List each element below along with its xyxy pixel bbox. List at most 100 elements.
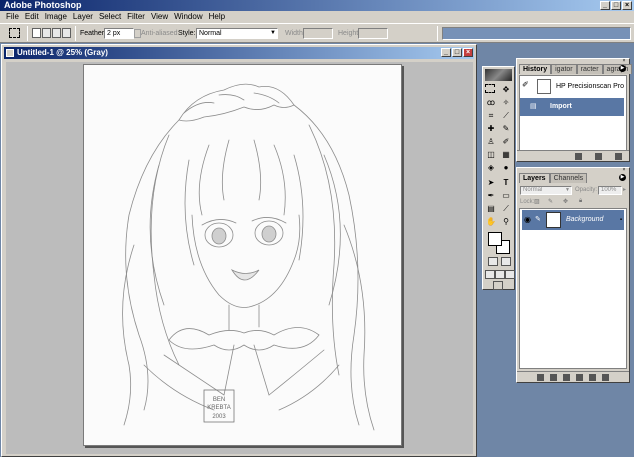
history-palette-footer	[517, 150, 629, 161]
menu-select[interactable]: Select	[96, 11, 124, 23]
opacity-input[interactable]: 100%	[598, 186, 622, 195]
quick-mask-mode-icon[interactable]	[501, 257, 511, 266]
width-label: Width:	[285, 30, 305, 37]
palette-close-icon[interactable]: ×	[621, 168, 627, 173]
tab-history[interactable]: History	[519, 64, 552, 74]
foreground-color-swatch[interactable]	[488, 232, 502, 246]
pen-tool-icon[interactable]: ✒	[485, 190, 497, 201]
antialias-checkbox[interactable]	[134, 29, 141, 38]
type-tool-icon[interactable]: T	[500, 177, 512, 188]
blur-tool-icon[interactable]: ◈	[485, 162, 497, 173]
zoom-tool-icon[interactable]: ⚲	[500, 216, 512, 227]
lock-icon: ▪	[619, 217, 622, 223]
trash-icon[interactable]	[602, 374, 609, 381]
gradient-tool-icon[interactable]: ▦	[500, 149, 512, 160]
eye-icon[interactable]: ◉	[524, 210, 531, 230]
lock-position-icon[interactable]: ✥	[563, 198, 568, 205]
history-step-row[interactable]: ▤ Import	[520, 98, 624, 116]
lock-all-icon[interactable]: 🔒︎	[579, 198, 582, 205]
clone-stamp-tool-icon[interactable]: ♙	[485, 136, 497, 147]
eraser-tool-icon[interactable]: ◫	[485, 149, 497, 160]
history-step-name: Import	[550, 103, 572, 110]
add-selection-icon[interactable]	[42, 28, 51, 38]
healing-brush-tool-icon[interactable]: ✚	[485, 123, 497, 134]
eyedropper-tool-icon[interactable]: ⟋	[500, 203, 512, 214]
chevron-right-icon[interactable]: ▸	[623, 186, 626, 193]
standard-screen-mode-icon[interactable]	[485, 270, 495, 279]
opacity-label: Opacity:	[575, 187, 598, 193]
app-window-controls: _ □ ×	[600, 1, 632, 10]
standard-mode-icon[interactable]	[488, 257, 498, 266]
app-title: Adobe Photoshop	[4, 0, 82, 10]
style-select[interactable]: Normal ▼	[196, 28, 278, 39]
maximize-icon[interactable]: □	[452, 48, 462, 57]
palette-menu-icon[interactable]: ▶	[619, 174, 626, 181]
shape-tool-icon[interactable]: ▭	[500, 190, 512, 201]
photoshop-logo-icon[interactable]	[485, 69, 512, 81]
blend-mode-select[interactable]: Normal ▼	[520, 186, 572, 195]
app-title-bar: Adobe Photoshop _ □ ×	[0, 0, 634, 11]
tab-channels[interactable]: Channels	[549, 173, 588, 183]
jump-to-imageready-icon[interactable]	[493, 281, 503, 290]
feather-input[interactable]: 2 px	[104, 28, 134, 39]
new-layer-icon[interactable]	[589, 374, 596, 381]
menu-layer[interactable]: Layer	[70, 11, 96, 23]
crop-tool-icon[interactable]: ⌗	[485, 110, 497, 121]
image-canvas[interactable]: BEN KREBTA 2003	[83, 64, 402, 446]
tab-character[interactable]: racter	[576, 64, 603, 74]
close-icon[interactable]: ×	[463, 48, 473, 57]
add-mask-icon[interactable]	[550, 374, 557, 381]
height-input[interactable]	[358, 28, 388, 39]
layer-row-background[interactable]: ◉ ✎ Background ▪	[522, 210, 624, 230]
document-workspace[interactable]: BEN KREBTA 2003	[6, 62, 473, 454]
notes-tool-icon[interactable]: ▤	[485, 203, 497, 214]
menu-window[interactable]: Window	[171, 11, 205, 23]
menu-view[interactable]: View	[148, 11, 171, 23]
palette-menu-icon[interactable]: ▶	[619, 65, 626, 72]
menu-file[interactable]: File	[3, 11, 22, 23]
layer-style-icon[interactable]	[537, 374, 544, 381]
maximize-icon[interactable]: □	[611, 1, 621, 10]
style-label: Style:	[178, 30, 196, 37]
history-brush-source-icon[interactable]: ✐	[522, 80, 529, 89]
adjustment-layer-icon[interactable]	[576, 374, 583, 381]
dodge-tool-icon[interactable]: ●	[500, 162, 512, 173]
menu-edit[interactable]: Edit	[22, 11, 42, 23]
slice-tool-icon[interactable]: ⟋	[500, 110, 512, 121]
new-set-icon[interactable]	[563, 374, 570, 381]
lasso-tool-icon[interactable]: ꝏ	[485, 97, 497, 108]
hand-tool-icon[interactable]: ✋	[485, 216, 497, 227]
intersect-selection-icon[interactable]	[62, 28, 71, 38]
menu-image[interactable]: Image	[42, 11, 70, 23]
trash-icon[interactable]	[615, 153, 622, 160]
history-brush-tool-icon[interactable]: ✐	[500, 136, 512, 147]
history-snapshot-row[interactable]: HP Precisionscan Pro 3.1	[536, 78, 624, 108]
history-step-icon: ▤	[530, 103, 537, 110]
move-tool-icon[interactable]: ✥	[500, 84, 512, 95]
tab-paragraph[interactable]: agraph	[602, 64, 633, 74]
full-screen-mode-icon[interactable]	[505, 270, 515, 279]
tab-navigator[interactable]: igator	[551, 64, 577, 74]
lock-pixels-icon[interactable]: ✎	[548, 198, 553, 205]
create-snapshot-icon[interactable]	[595, 153, 602, 160]
path-selection-tool-icon[interactable]: ➤	[485, 177, 497, 188]
menu-help[interactable]: Help	[206, 11, 228, 23]
minimize-icon[interactable]: _	[441, 48, 451, 57]
brush-tool-icon[interactable]: ✎	[500, 123, 512, 134]
lock-transparency-icon[interactable]: ▨	[534, 198, 540, 205]
minimize-icon[interactable]: _	[600, 1, 610, 10]
menu-filter[interactable]: Filter	[124, 11, 148, 23]
new-document-from-state-icon[interactable]	[575, 153, 582, 160]
subtract-selection-icon[interactable]	[52, 28, 61, 38]
marquee-tool-icon[interactable]	[485, 84, 495, 93]
document-title-bar[interactable]: Untitled-1 @ 25% (Gray) _ □ ×	[4, 47, 474, 59]
new-selection-icon[interactable]	[32, 28, 41, 38]
lock-label: Lock:	[520, 199, 535, 205]
close-icon[interactable]: ×	[622, 1, 632, 10]
palette-well[interactable]	[442, 27, 631, 40]
width-input[interactable]	[303, 28, 333, 39]
full-screen-menu-mode-icon[interactable]	[495, 270, 505, 279]
magic-wand-tool-icon[interactable]: ✧	[500, 97, 512, 108]
tab-layers[interactable]: Layers	[519, 173, 550, 183]
marquee-tool-icon[interactable]	[9, 28, 20, 38]
